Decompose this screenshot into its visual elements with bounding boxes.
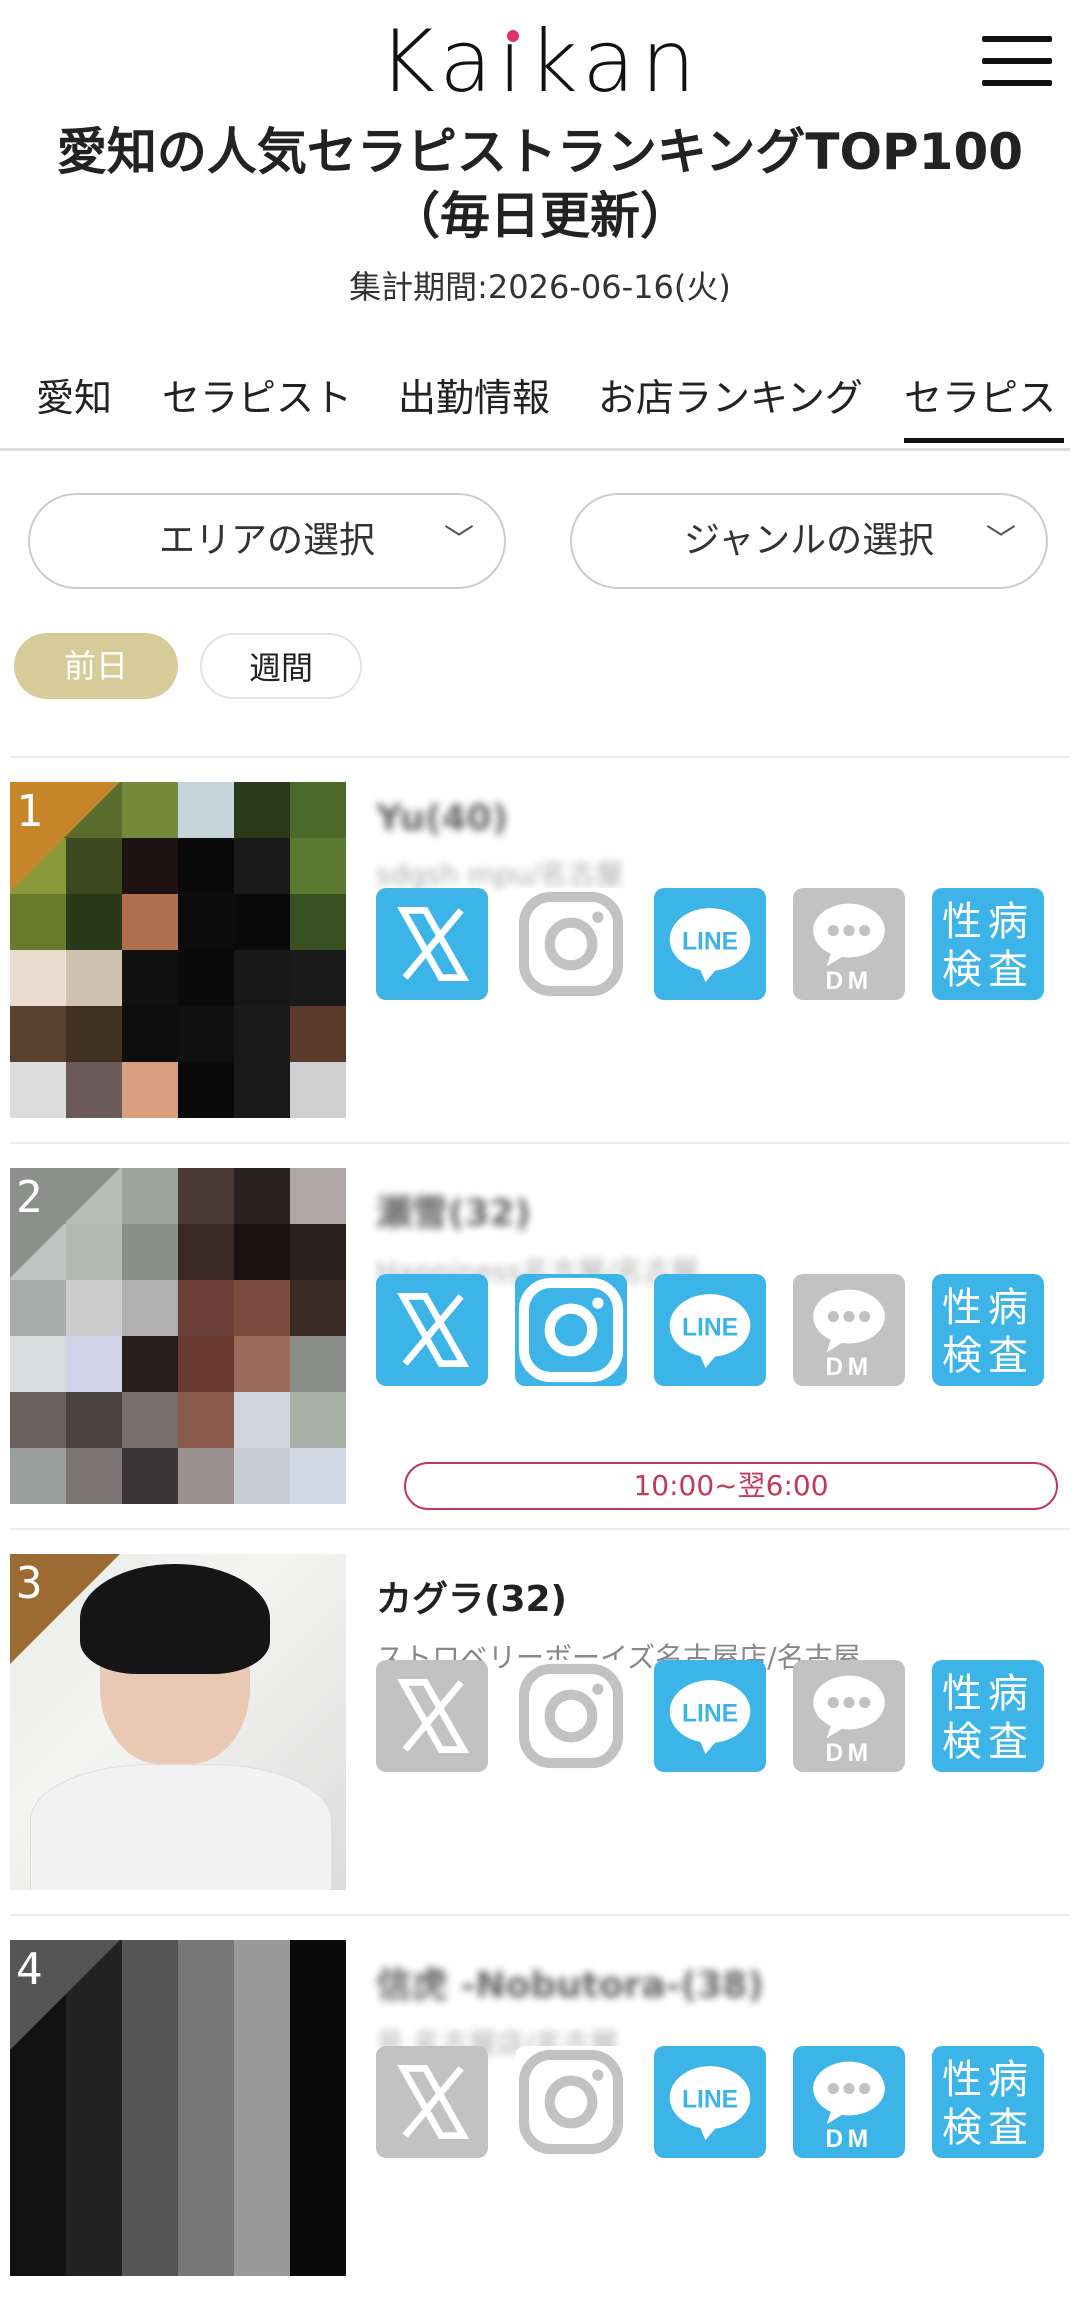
dm-icon[interactable]: DM bbox=[793, 2046, 905, 2158]
therapist-name[interactable]: カグラ(32) bbox=[376, 1570, 1066, 1622]
x-icon[interactable] bbox=[376, 888, 488, 1000]
therapist-photo[interactable]: 2 bbox=[10, 1168, 346, 1504]
x-icon[interactable] bbox=[376, 2046, 488, 2158]
logo-i: ı bbox=[498, 12, 528, 112]
line-icon[interactable]: LINE bbox=[654, 1274, 766, 1386]
therapist-name[interactable]: Yu(40) bbox=[376, 798, 1066, 839]
svg-text:LINE: LINE bbox=[682, 1315, 738, 1342]
std-test-icon[interactable]: 性病 検査 bbox=[932, 888, 1044, 1000]
dm-icon[interactable]: DM bbox=[793, 1274, 905, 1386]
std-test-label: 性病 検査 bbox=[942, 2057, 1034, 2151]
therapist-info: Yu(40) sdgsh mpu/名古屋 bbox=[376, 798, 1066, 893]
tab-shop-ranking[interactable]: お店ランキング bbox=[598, 368, 863, 438]
toggle-day[interactable]: 前日 bbox=[14, 633, 178, 699]
svg-text:DM: DM bbox=[825, 1740, 872, 1767]
svg-text:LINE: LINE bbox=[682, 1701, 738, 1728]
genre-select[interactable]: ジャンルの選択 ﹀ bbox=[570, 493, 1048, 589]
svg-text:DM: DM bbox=[825, 1354, 872, 1381]
std-test-icon[interactable]: 性病 検査 bbox=[932, 1660, 1044, 1772]
std-test-label: 性病 検査 bbox=[942, 899, 1034, 993]
rank-number: 2 bbox=[16, 1172, 43, 1223]
x-icon[interactable] bbox=[376, 1274, 488, 1386]
std-test-icon[interactable]: 性病 検査 bbox=[932, 1274, 1044, 1386]
instagram-icon[interactable] bbox=[515, 1660, 627, 1772]
filter-selects: エリアの選択 ﹀ ジャンルの選択 ﹀ bbox=[0, 493, 1080, 593]
std-test-label: 性病 検査 bbox=[942, 1671, 1034, 1765]
period-toggle: 前日 週間 bbox=[0, 633, 1080, 703]
genre-select-label: ジャンルの選択 bbox=[683, 520, 935, 561]
instagram-icon[interactable] bbox=[515, 2046, 627, 2158]
dm-icon[interactable]: DM bbox=[793, 888, 905, 1000]
area-select[interactable]: エリアの選択 ﹀ bbox=[28, 493, 506, 589]
shop-name[interactable]: sdgsh mpu/名古屋 bbox=[376, 853, 1066, 893]
page-title: 愛知の人気セラピストランキングTOP100（毎日更新） bbox=[56, 123, 1024, 245]
tab-aichi[interactable]: 愛知 bbox=[36, 368, 112, 438]
std-test-label: 性病 検査 bbox=[942, 1285, 1034, 1379]
toggle-week[interactable]: 週間 bbox=[200, 633, 362, 699]
dm-icon[interactable]: DM bbox=[793, 1660, 905, 1772]
instagram-icon[interactable] bbox=[515, 1274, 627, 1386]
therapist-card[interactable]: 2 瀬雪(32) Happiness名古屋/名古屋 LINE DM 性病 検査 10:00~翌… bbox=[10, 1142, 1070, 1528]
tab-therapist-ranking[interactable]: セラピスト bbox=[904, 368, 1064, 443]
x-icon[interactable] bbox=[376, 1660, 488, 1772]
therapist-photo[interactable]: 4 bbox=[10, 1940, 346, 2276]
therapist-name[interactable]: 瀬雪(32) bbox=[376, 1184, 1066, 1236]
work-hours-badge: 10:00~翌6:00 bbox=[404, 1462, 1058, 1510]
therapist-card[interactable]: 3 カグラ(32) ストロベリーボーイズ名古屋店/名古屋 LINE DM 性病 検査 bbox=[10, 1528, 1070, 1914]
header: Kaı kan bbox=[0, 0, 1080, 120]
rank-number: 4 bbox=[16, 1944, 43, 1995]
line-icon[interactable]: LINE bbox=[654, 888, 766, 1000]
svg-text:DM: DM bbox=[825, 2126, 872, 2153]
tab-therapist[interactable]: セラピスト bbox=[162, 368, 352, 438]
chevron-down-icon: ﹀ bbox=[444, 523, 474, 558]
svg-text:LINE: LINE bbox=[682, 929, 738, 956]
shirt bbox=[30, 1764, 332, 1890]
logo-dot bbox=[507, 30, 520, 42]
rank-number: 1 bbox=[16, 786, 43, 837]
tab-attendance[interactable]: 出勤情報 bbox=[398, 368, 550, 438]
instagram-icon[interactable] bbox=[515, 888, 627, 1000]
rank-number: 3 bbox=[16, 1558, 43, 1609]
menu-icon[interactable] bbox=[982, 36, 1052, 86]
line-icon[interactable]: LINE bbox=[654, 2046, 766, 2158]
aggregation-period: 集計期間:2026-06-16(火) bbox=[349, 268, 731, 306]
std-test-icon[interactable]: 性病 検査 bbox=[932, 2046, 1044, 2158]
therapist-photo[interactable]: 3 bbox=[10, 1554, 346, 1890]
line-icon[interactable]: LINE bbox=[654, 1660, 766, 1772]
logo[interactable]: Kaı kan bbox=[0, 12, 1080, 112]
ranking-list: 1 Yu(40) sdgsh mpu/名古屋 LINE DM 性病 検査 2 瀬雪(32) Hap… bbox=[10, 756, 1070, 2300]
therapist-card[interactable]: 1 Yu(40) sdgsh mpu/名古屋 LINE DM 性病 検査 bbox=[10, 756, 1070, 1142]
therapist-card[interactable]: 4 信虎 -Nobutora-(38) 号 名古屋店/名古屋 LINE DM 性病 検査 bbox=[10, 1914, 1070, 2300]
area-select-label: エリアの選択 bbox=[158, 520, 375, 561]
category-tabs: 愛知 セラピスト 出勤情報 お店ランキング セラピスト bbox=[0, 368, 1070, 451]
chevron-down-icon: ﹀ bbox=[986, 523, 1016, 558]
therapist-name[interactable]: 信虎 -Nobutora-(38) bbox=[376, 1956, 1066, 2008]
therapist-photo[interactable]: 1 bbox=[10, 782, 346, 1118]
svg-text:DM: DM bbox=[825, 968, 872, 995]
